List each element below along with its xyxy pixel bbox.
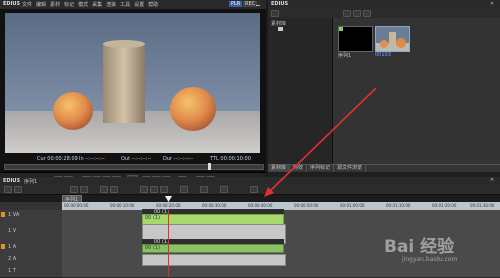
timeline-close-icon[interactable]: ✕ [490, 177, 494, 183]
copy-button[interactable] [150, 186, 158, 193]
playhead-marker[interactable] [165, 196, 172, 202]
bin-search-button[interactable] [353, 10, 361, 17]
undo-button[interactable] [100, 186, 108, 193]
track-1a-patch[interactable] [1, 244, 5, 249]
rec-mode-badge[interactable]: REC [243, 1, 258, 7]
tab-effects[interactable]: 特效 [290, 165, 308, 172]
menu-item-render[interactable]: 渲染 [106, 2, 116, 8]
tab-source-browser[interactable]: 源文件浏览 [334, 165, 367, 172]
track-1va-patch[interactable] [1, 212, 5, 217]
bin-view-button[interactable] [363, 10, 371, 17]
split-button[interactable] [200, 186, 208, 193]
video-clip-image [376, 32, 409, 51]
plr-mode-badge[interactable]: PLR [229, 1, 243, 7]
bin-window-title: EDIUS [271, 1, 289, 7]
app-name: EDIUS [3, 1, 21, 7]
folder-node-icon[interactable] [278, 27, 283, 31]
ruler-tick-0: 00:00:00:00 [64, 203, 89, 208]
baidu-watermark: Bai 经验 jingyan.baidu.com [384, 232, 494, 272]
menu-item-marker[interactable]: 标记 [64, 2, 74, 8]
ruler-tick-4: 00:00:40:00 [248, 203, 273, 208]
video-clip-label: 00103 [375, 52, 391, 58]
menu-item-edit[interactable]: 编辑 [36, 2, 46, 8]
menu-item-capture[interactable]: 采集 [92, 2, 102, 8]
timecode-dur: Dur --:--:--:-- [163, 156, 194, 162]
timecode-row: Cur 00:00:28:09 In --:--:--:-- Out --:--… [37, 156, 257, 162]
folder-icon[interactable] [271, 10, 279, 17]
timeline-sequence-name: 序列1 [24, 179, 38, 185]
new-sequence-button[interactable] [14, 186, 22, 193]
open-project-button[interactable] [70, 186, 78, 193]
minimize-icon[interactable] [256, 1, 260, 6]
ruler-tick-2: 00:00:20:00 [156, 203, 181, 208]
sequence-corner-icon [339, 27, 343, 31]
timeline-mode-button[interactable] [4, 186, 12, 193]
monitor-frame: Cur 00:00:28:09 In --:--:--:-- Out --:--… [0, 9, 266, 172]
video-clip-sub-label: 00 (1) [145, 215, 161, 221]
playback-scrub-bar[interactable] [4, 164, 264, 170]
preview-image [5, 13, 260, 153]
menu-item-help[interactable]: 帮助 [148, 2, 158, 8]
tab-sequence-marker[interactable]: 序列标记 [307, 165, 335, 172]
audio-clip-1[interactable]: 00 (1) [142, 244, 284, 253]
baidu-logo-text: Bai 经验 [384, 237, 455, 257]
ruler-tick-9: 00:01:30:00 [470, 203, 495, 208]
track-header-1t[interactable]: 1 T [0, 266, 63, 278]
timeline-toolbar [0, 185, 500, 195]
scrub-handle[interactable] [208, 163, 211, 170]
save-project-button[interactable] [80, 186, 88, 193]
timecode-cur: Cur 00:00:28:09 [37, 156, 78, 162]
timeline-app-name: EDIUS [3, 178, 21, 184]
add-marker-button[interactable] [180, 186, 188, 193]
redo-button[interactable] [110, 186, 118, 193]
sequence-clip-label: 序列1 [338, 53, 352, 59]
menu-item-tools[interactable]: 工具 [120, 2, 130, 8]
video-clip-thumb[interactable] [375, 26, 410, 52]
paste-button[interactable] [160, 186, 168, 193]
ruler-tick-6: 00:01:00:00 [340, 203, 365, 208]
timeline-cursor-line[interactable] [168, 210, 169, 277]
ruler-tick-3: 00:00:30:00 [202, 203, 227, 208]
ruler-tick-8: 00:01:20:00 [432, 203, 457, 208]
bin-add-button[interactable] [343, 10, 351, 17]
baidu-logo-url: jingyan.baidu.com [402, 256, 458, 263]
timecode-out: Out --:--:--:-- [121, 156, 152, 162]
track-1v-label: 1 V [8, 228, 17, 234]
audio-clip-2[interactable] [142, 254, 286, 266]
menu-item-clip[interactable]: 素材 [50, 2, 60, 8]
track-2a-label: 2 A [8, 256, 17, 262]
menu-bar: 文件 编辑 素材 标记 模式 采集 渲染 工具 设置 帮助 [22, 1, 162, 8]
menu-item-file[interactable]: 文件 [22, 2, 32, 8]
menu-item-settings[interactable]: 设置 [134, 2, 144, 8]
ripple-button[interactable] [220, 186, 228, 193]
tab-bin[interactable]: 素材库 [268, 165, 291, 172]
track-1va-label: 1 VA [8, 212, 20, 218]
sequence-clip-thumb[interactable] [338, 26, 373, 52]
track-header-1va[interactable]: 1 VA [0, 210, 63, 227]
bin-clip-area: 序列1 00103 [333, 18, 500, 164]
track-header-1v[interactable]: 1 V [0, 226, 63, 243]
bin-folder-tree: 素材库 [268, 18, 333, 164]
timecode-in: In --:--:--:-- [79, 156, 105, 162]
ruler-tick-1: 00:00:10:00 [110, 203, 135, 208]
bin-root-label[interactable]: 素材库 [271, 20, 286, 27]
ruler-tick-7: 00:01:10:00 [386, 203, 411, 208]
audio-clip-1-label: 00 (1) [145, 245, 161, 251]
close-icon[interactable]: ✕ [490, 1, 494, 7]
render-button[interactable] [250, 186, 258, 193]
track-1t-label: 1 T [8, 268, 16, 274]
menu-item-mode[interactable]: 模式 [78, 2, 88, 8]
track-1a-label: 1 A [8, 244, 17, 250]
ruler-tick-5: 00:00:50:00 [294, 203, 319, 208]
preview-scene [5, 13, 260, 153]
cut-button[interactable] [140, 186, 148, 193]
track-header-column: 1 VA 1 V 1 A 2 A 1 T [0, 202, 63, 278]
timecode-ttl: TTL 00:00:10:00 [210, 156, 251, 162]
